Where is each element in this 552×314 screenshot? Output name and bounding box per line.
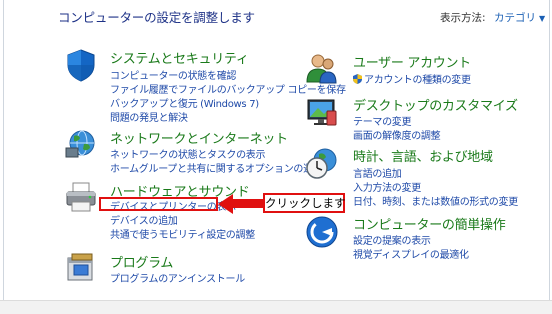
view-by-value: カテゴリ <box>494 12 536 24</box>
network-globe-icon[interactable] <box>64 126 98 160</box>
shield-icon[interactable] <box>64 48 98 82</box>
link-check-computer-status[interactable]: コンピューターの状態を確認 <box>110 67 236 82</box>
desktop-icon[interactable] <box>305 95 339 129</box>
ease-of-access-icon[interactable] <box>305 215 339 249</box>
printer-icon[interactable] <box>64 180 98 214</box>
link-backup-restore[interactable]: バックアップと復元 (Windows 7) <box>110 95 259 110</box>
programs-icon[interactable] <box>64 250 98 284</box>
uac-shield-icon <box>353 74 362 84</box>
link-uninstall-program[interactable]: プログラムのアンインストール <box>110 270 245 285</box>
bottom-strip <box>0 300 552 314</box>
page-title: コンピューターの設定を調整します <box>58 10 255 25</box>
callout-label: クリックします <box>263 193 346 213</box>
link-optimize-display[interactable]: 視覚ディスプレイの最適化 <box>353 246 469 261</box>
category-network-internet[interactable]: ネットワークとインターネット <box>110 128 288 147</box>
link-homegroup-sharing[interactable]: ホームグループと共有に関するオプションの選択 <box>110 160 323 175</box>
link-mobility-settings[interactable]: 共通で使うモビリティ設定の調整 <box>110 226 255 241</box>
category-appearance[interactable]: デスクトップのカスタマイズ <box>353 95 518 114</box>
category-user-accounts[interactable]: ユーザー アカウント <box>353 52 471 71</box>
highlight-box <box>99 197 218 211</box>
link-change-account-type-label: アカウントの種類の変更 <box>364 75 471 86</box>
window-right-border <box>549 0 550 313</box>
red-arrow-shaft <box>232 199 264 208</box>
link-add-device[interactable]: デバイスの追加 <box>110 212 178 227</box>
category-ease-of-access[interactable]: コンピューターの簡単操作 <box>353 214 506 233</box>
red-arrow-icon <box>218 194 233 214</box>
link-find-fix-problems[interactable]: 問題の発見と解決 <box>110 109 188 124</box>
users-icon[interactable] <box>305 52 339 86</box>
link-add-language[interactable]: 言語の追加 <box>353 165 402 180</box>
category-system-security[interactable]: システムとセキュリティ <box>110 48 249 67</box>
category-clock-language-region[interactable]: 時計、言語、および地域 <box>353 146 493 165</box>
link-recommended-settings[interactable]: 設定の提案の表示 <box>353 232 431 247</box>
category-programs[interactable]: プログラム <box>110 252 173 271</box>
link-change-input-method[interactable]: 入力方法の変更 <box>353 179 421 194</box>
link-adjust-resolution[interactable]: 画面の解像度の調整 <box>353 127 441 142</box>
clock-globe-icon[interactable] <box>305 146 339 180</box>
link-network-status[interactable]: ネットワークの状態とタスクの表示 <box>110 146 266 161</box>
link-change-date-format[interactable]: 日付、時刻、または数値の形式の変更 <box>353 193 518 208</box>
control-panel-window: コンピューターの設定を調整します 表示方法: カテゴリ ▼ システムとセキュリティ… <box>0 0 552 314</box>
window-left-border <box>3 0 4 313</box>
link-change-account-type[interactable]: アカウントの種類の変更 <box>353 71 471 86</box>
chevron-down-icon: ▼ <box>539 14 546 23</box>
link-change-theme[interactable]: テーマの変更 <box>353 113 412 128</box>
view-by-label: 表示方法: <box>440 12 486 24</box>
view-by-dropdown[interactable]: カテゴリ ▼ <box>494 10 545 25</box>
